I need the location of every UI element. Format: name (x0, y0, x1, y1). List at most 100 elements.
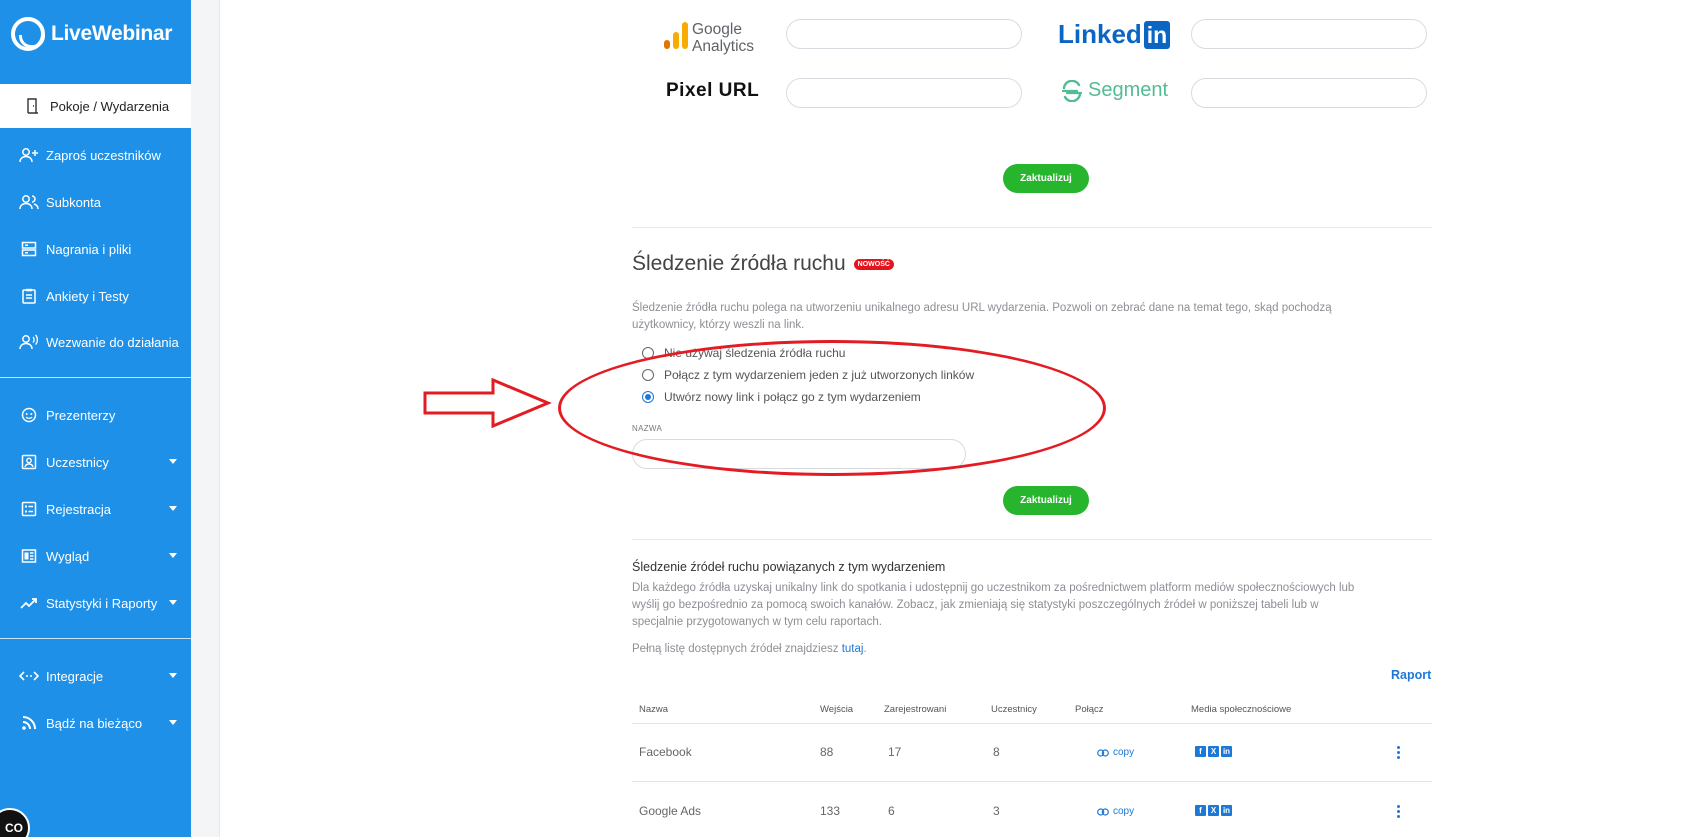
table-cell-entries: 133 (820, 804, 841, 818)
chevron-down-icon (169, 600, 177, 605)
sidebar-item-label: Pokoje / Wydarzenia (50, 98, 170, 114)
sidebar-item-label: Rejestracja (46, 501, 112, 517)
pixel-url-label: Pixel URL (666, 80, 760, 101)
table-cell-participants: 8 (993, 745, 1000, 759)
sidebar-item-appearance[interactable]: Wygląd (0, 536, 191, 576)
sidebar-item-label: Subkonta (46, 194, 101, 210)
update-integrations-button[interactable]: Zaktualizuj (1003, 164, 1089, 193)
chat-widget-button[interactable]: CO (0, 808, 30, 837)
sidebar-item-rooms-events[interactable]: Pokoje / Wydarzenia (4, 86, 191, 126)
form-icon (18, 500, 40, 518)
copy-link-button[interactable]: copy (1097, 806, 1134, 817)
x-twitter-icon[interactable]: X (1208, 805, 1219, 816)
sidebar-item-subaccounts[interactable]: Subkonta (0, 182, 191, 222)
sidebar-item-statistics[interactable]: Statystyki i Raporty (0, 583, 191, 623)
sidebar-item-label: Uczestnicy (46, 454, 109, 470)
content-gutter (191, 0, 220, 837)
linkedin-in-box: in (1143, 20, 1171, 49)
update-tracking-button[interactable]: Zaktualizuj (1003, 486, 1089, 515)
user-voice-icon (18, 333, 40, 351)
linkedin-icon[interactable]: in (1221, 805, 1232, 816)
sidebar-item-invite[interactable]: Zaproś uczestników (0, 135, 191, 175)
radio-option-no-tracking[interactable]: Nie używaj śledzenia źródła ruchu (642, 346, 845, 360)
sources-title: Śledzenie źródeł ruchu powiązanych z tym… (632, 560, 946, 574)
table-cell-entries: 88 (820, 745, 834, 759)
sidebar-item-presenters[interactable]: Prezenterzy (0, 395, 191, 435)
linkedin-text: Linked (1058, 19, 1142, 49)
google-analytics-logo: Google Analytics (663, 20, 754, 55)
logo[interactable]: LiveWebinar (11, 16, 172, 52)
link-icon (1097, 807, 1109, 816)
sidebar-item-registration[interactable]: Rejestracja (0, 489, 191, 529)
radio-button-checked[interactable] (642, 391, 654, 403)
x-twitter-icon[interactable]: X (1208, 746, 1219, 757)
sidebar-item-label: Wygląd (46, 548, 90, 564)
rss-icon (18, 714, 40, 732)
sidebar-item-surveys[interactable]: Ankiety i Testy (0, 276, 191, 316)
segment-text: Segment (1088, 79, 1169, 101)
sidebar-item-integrations[interactable]: Integracje (0, 656, 191, 696)
column-header-registered: Zarejestrowani (884, 704, 947, 715)
google-analytics-text-line2: Analytics (692, 37, 755, 55)
chevron-down-icon (169, 553, 177, 558)
chevron-down-icon (169, 673, 177, 678)
users-icon (18, 193, 40, 211)
trend-icon (18, 594, 40, 612)
sidebar-item-label: Prezenterzy (46, 407, 116, 423)
radio-option-connect-existing[interactable]: Połącz z tym wydarzeniem jeden z już utw… (642, 368, 974, 382)
column-header-name: Nazwa (639, 704, 669, 715)
full-list-prefix: Pełną listę dostępnych źródeł znajdziesz (632, 643, 842, 655)
social-share-icons: f X in (1195, 746, 1232, 757)
facebook-icon[interactable]: f (1195, 805, 1206, 816)
full-list-note: Pełną listę dostępnych źródeł znajdziesz… (632, 641, 1362, 658)
radio-option-label: Połącz z tym wydarzeniem jeden z już utw… (664, 368, 975, 382)
google-analytics-input[interactable] (786, 19, 1022, 49)
segment-input[interactable] (1191, 78, 1427, 108)
full-list-link[interactable]: tutaj (842, 643, 864, 655)
traffic-source-title: Śledzenie źródła ruchu NOWOŚĆ (632, 252, 894, 276)
linkedin-input[interactable] (1191, 19, 1427, 49)
table-cell-participants: 3 (993, 804, 1000, 818)
segment-logo: Segment (1061, 79, 1168, 102)
social-share-icons: f X in (1195, 805, 1232, 816)
table-cell-name: Google Ads (639, 804, 702, 818)
row-more-menu-icon[interactable] (1397, 805, 1401, 818)
radio-option-label: Nie używaj śledzenia źródła ruchu (664, 346, 846, 360)
smile-icon (18, 406, 40, 424)
door-icon (22, 97, 44, 115)
sidebar-item-label: Zaproś uczestników (46, 147, 161, 163)
sidebar: LiveWebinar Pokoje / Wydarzenia Zaproś u… (0, 0, 191, 837)
chat-widget-label: CO (5, 821, 23, 835)
pixel-url-input[interactable] (786, 78, 1022, 108)
traffic-source-description: Śledzenie źródła ruchu polega na utworze… (632, 302, 1332, 331)
add-user-icon (18, 146, 40, 164)
facebook-icon[interactable]: f (1195, 746, 1206, 757)
code-arrows-icon (18, 667, 40, 685)
table-cell-registered: 6 (888, 804, 895, 818)
copy-link-label: copy (1113, 806, 1135, 817)
sidebar-item-participants[interactable]: Uczestnicy (0, 442, 191, 482)
radio-button[interactable] (642, 347, 654, 359)
traffic-source-title-text: Śledzenie źródła ruchu (632, 252, 846, 275)
table-cell-registered: 17 (888, 745, 902, 759)
sidebar-item-label: Wezwanie do działania (46, 334, 179, 350)
column-header-social: Media społecznościowe (1191, 704, 1292, 715)
copy-link-button[interactable]: copy (1097, 747, 1134, 758)
row-more-menu-icon[interactable] (1397, 746, 1401, 759)
report-link[interactable]: Raport (1391, 668, 1431, 682)
linkedin-icon[interactable]: in (1221, 746, 1232, 757)
section-divider (632, 539, 1432, 540)
sidebar-item-call-to-action[interactable]: Wezwanie do działania (0, 322, 191, 362)
clipboard-icon (18, 287, 40, 305)
chevron-down-icon (169, 506, 177, 511)
sidebar-item-stay-updated[interactable]: Bądź na bieżąco (0, 703, 191, 743)
name-input[interactable] (632, 439, 966, 469)
sidebar-item-label: Ankiety i Testy (46, 288, 129, 304)
radio-option-create-new[interactable]: Utwórz nowy link i połącz go z tym wydar… (642, 390, 921, 404)
table-header-divider (632, 723, 1432, 724)
sources-description: Dla każdego źródła uzyskaj unikalny link… (632, 582, 1355, 628)
radio-button[interactable] (642, 369, 654, 381)
segment-icon (1061, 79, 1083, 102)
sidebar-item-recordings[interactable]: Nagrania i pliki (0, 229, 191, 269)
annotation-arrow-icon (423, 378, 552, 428)
